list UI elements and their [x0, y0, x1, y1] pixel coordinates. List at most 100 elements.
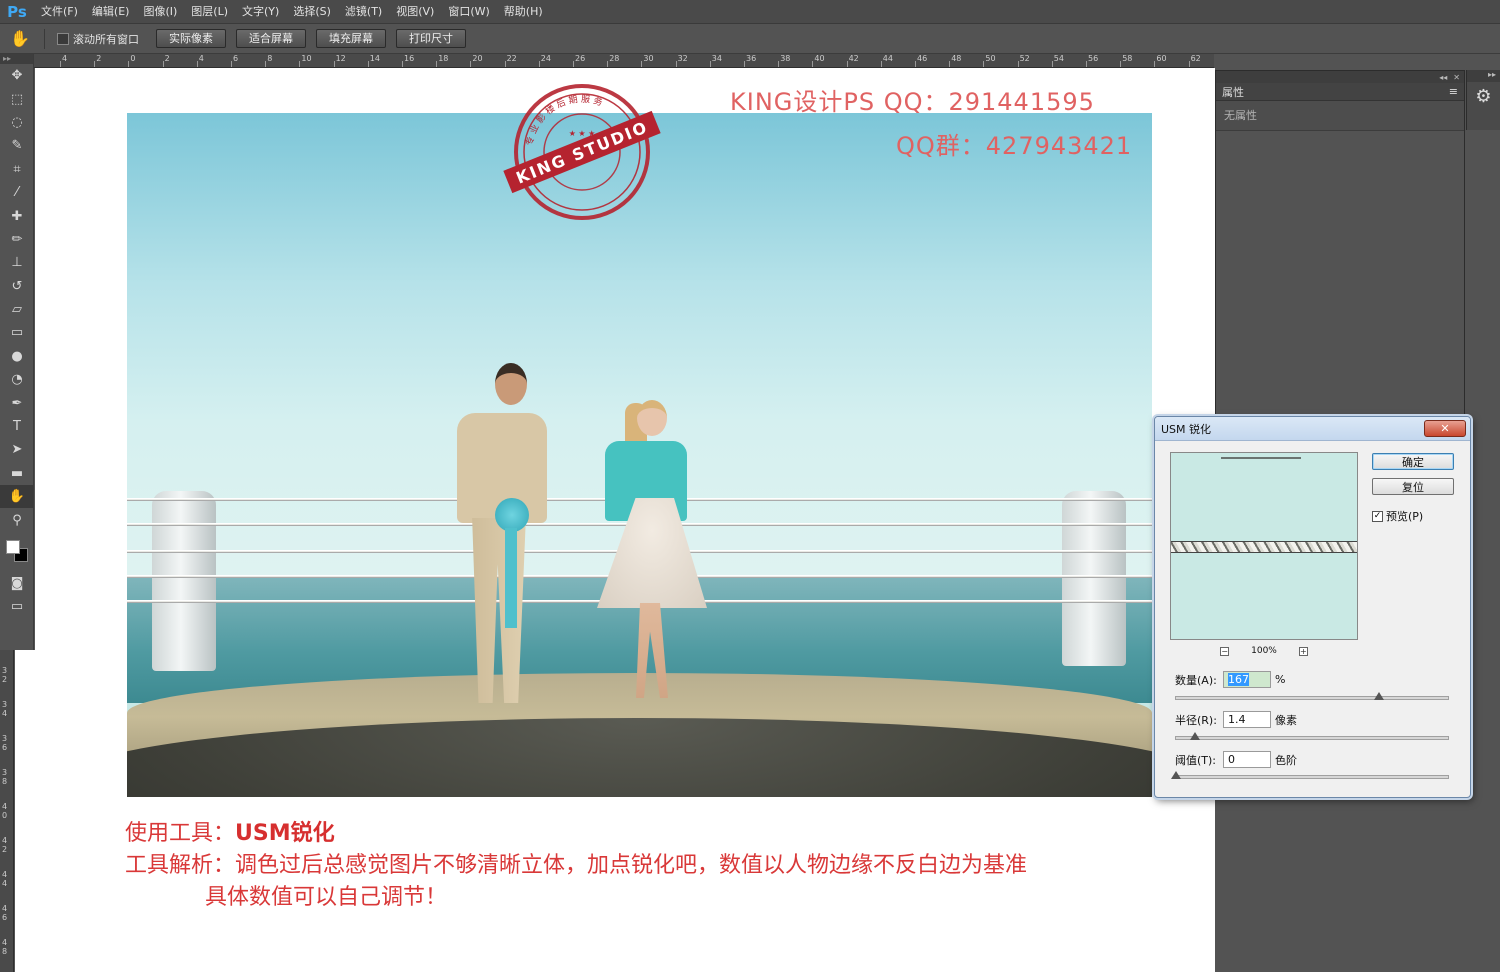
radius-slider-thumb[interactable]	[1190, 732, 1201, 740]
dialog-close-button[interactable]: ✕	[1424, 420, 1466, 437]
threshold-slider[interactable]	[1171, 771, 1449, 779]
horizontal-ruler[interactable]: 4 2 0 2 4 6 8 10 12 14 16 18 20 22 24 26 28 30 32 34 36 38 40 4…	[34, 54, 1214, 68]
properties-tab[interactable]: 属性 ≡	[1216, 83, 1464, 101]
ok-button[interactable]: 确定	[1372, 453, 1454, 470]
ruler-label: 3 6	[2, 734, 8, 752]
tools-panel: ▸▸ ✥ ⬚ ◌ ✎ ⌗ ⁄ ✚ ✏ ⊥ ↺ ▱ ▭ ● ◔ ✒ T ➤ ▬ ✋…	[0, 54, 34, 650]
ruler-label: 4 6	[2, 904, 8, 922]
watermark-line-2: QQ群：427943421	[896, 132, 1133, 160]
blur-tool-icon[interactable]: ●	[0, 345, 34, 368]
panel-menu-icon[interactable]: ≡	[1449, 85, 1458, 98]
menu-help[interactable]: 帮助(H)	[497, 0, 550, 24]
scroll-all-windows-checkbox[interactable]	[57, 32, 69, 45]
amount-slider-thumb[interactable]	[1373, 692, 1384, 700]
amount-value: 167	[1228, 673, 1249, 686]
vertical-ruler[interactable]: 3 2 3 4 3 6 3 8 4 0 4 2 4 4 4 6 4 8	[0, 650, 14, 972]
hand-tool-preset-icon[interactable]: ✋	[0, 24, 40, 54]
threshold-slider-thumb[interactable]	[1171, 771, 1181, 779]
type-tool-icon[interactable]: T	[0, 415, 34, 438]
screen-mode-icon[interactable]: ▭	[0, 595, 34, 618]
tools-panel-header[interactable]: ▸▸	[0, 54, 33, 64]
ruler-label: 36	[746, 54, 757, 63]
reset-button[interactable]: 复位	[1372, 478, 1454, 495]
pen-tool-icon[interactable]: ✒	[0, 391, 34, 414]
ruler-tick	[470, 61, 472, 67]
gradient-tool-icon[interactable]: ▭	[0, 321, 34, 344]
zoom-tool-icon[interactable]: ⚲	[0, 508, 34, 531]
menu-type[interactable]: 文字(Y)	[235, 0, 286, 24]
quick-select-tool-icon[interactable]: ✎	[0, 134, 34, 157]
threshold-input[interactable]: 0	[1223, 751, 1271, 768]
ruler-tick	[231, 61, 232, 67]
actual-pixels-button[interactable]: 实际像素	[156, 29, 226, 48]
radius-slider[interactable]	[1175, 732, 1449, 740]
marquee-tool-icon[interactable]: ⬚	[0, 87, 34, 110]
side-dock: ▸▸ ⚙	[1466, 70, 1500, 130]
filter-preview[interactable]	[1170, 452, 1358, 640]
ruler-tick	[1051, 61, 1053, 67]
print-size-button[interactable]: 打印尺寸	[396, 29, 466, 48]
ruler-tick	[1086, 61, 1087, 67]
threshold-label: 阈值(T):	[1175, 753, 1217, 767]
dodge-tool-icon[interactable]: ◔	[0, 368, 34, 391]
zoom-in-button[interactable]: +	[1298, 646, 1308, 656]
menu-window[interactable]: 窗口(W)	[441, 0, 496, 24]
history-brush-tool-icon[interactable]: ↺	[0, 275, 34, 298]
photo-bride-head	[637, 400, 667, 436]
dialog-titlebar[interactable]: USM 锐化 ✕	[1155, 417, 1470, 441]
properties-dock-icon[interactable]: ⚙	[1467, 82, 1500, 110]
ruler-label: 0	[130, 54, 136, 63]
crop-tool-icon[interactable]: ⌗	[0, 158, 34, 181]
brush-tool-icon[interactable]: ✏	[0, 228, 34, 251]
menu-filter[interactable]: 滤镜(T)	[338, 0, 389, 24]
path-select-tool-icon[interactable]: ➤	[0, 438, 34, 461]
properties-tab-label: 属性	[1222, 85, 1244, 99]
clone-stamp-tool-icon[interactable]: ⊥	[0, 251, 34, 274]
ruler-label: 22	[506, 54, 517, 63]
ruler-label: 54	[1053, 54, 1064, 63]
amount-label: 数量(A):	[1175, 673, 1217, 687]
eraser-tool-icon[interactable]: ▱	[0, 298, 34, 321]
ruler-tick	[128, 61, 130, 67]
shape-tool-icon[interactable]: ▬	[0, 462, 34, 485]
color-swatches[interactable]	[0, 532, 33, 572]
zoom-out-button[interactable]: −	[1220, 646, 1230, 656]
radius-input[interactable]: 1.4	[1223, 711, 1271, 728]
menu-file[interactable]: 文件(F)	[34, 0, 85, 24]
ruler-label: 44	[882, 54, 893, 63]
eyedropper-tool-icon[interactable]: ⁄	[0, 181, 34, 204]
ruler-label: 46	[917, 54, 928, 63]
fill-screen-button[interactable]: 填充屏幕	[316, 29, 386, 48]
preview-checkbox-row[interactable]: ✓ 预览(P)	[1372, 508, 1423, 524]
preview-checkbox[interactable]: ✓	[1372, 510, 1383, 522]
panel-collapse-icon[interactable]: ◂◂	[1439, 73, 1447, 82]
quick-mask-icon[interactable]: ◙	[0, 572, 34, 595]
ruler-label: 52	[1019, 54, 1030, 63]
photo-groom-head	[495, 363, 527, 405]
foreground-color-swatch[interactable]	[6, 539, 20, 554]
ruler-label: 18	[438, 54, 449, 63]
preview-checkbox-label: 预览(P)	[1386, 510, 1424, 523]
lasso-tool-icon[interactable]: ◌	[0, 111, 34, 134]
ruler-tick	[915, 61, 916, 67]
menu-view[interactable]: 视图(V)	[389, 0, 441, 24]
dock-collapse-icon[interactable]: ▸▸	[1467, 70, 1500, 82]
photo-groom	[457, 363, 547, 713]
ruler-tick	[367, 61, 369, 67]
menu-select[interactable]: 选择(S)	[286, 0, 338, 24]
menu-edit[interactable]: 编辑(E)	[85, 0, 137, 24]
panel-close-icon[interactable]: ✕	[1453, 73, 1460, 82]
menu-image[interactable]: 图像(I)	[136, 0, 184, 24]
amount-slider[interactable]	[1175, 692, 1449, 700]
description-line-3: 具体数值可以自己调节！	[205, 885, 448, 910]
hand-tool-icon[interactable]: ✋	[0, 485, 34, 509]
ruler-label: 2	[164, 54, 170, 63]
fit-screen-button[interactable]: 适合屏幕	[236, 29, 306, 48]
menu-layer[interactable]: 图层(L)	[184, 0, 235, 24]
move-tool-icon[interactable]: ✥	[0, 64, 34, 87]
amount-input[interactable]: 167	[1223, 671, 1271, 688]
healing-brush-tool-icon[interactable]: ✚	[0, 204, 34, 227]
watermark-line-1: KING设计PS QQ：291441595	[730, 88, 1095, 116]
preview-speck	[1221, 457, 1301, 459]
ruler-label: 3 2	[2, 666, 8, 684]
